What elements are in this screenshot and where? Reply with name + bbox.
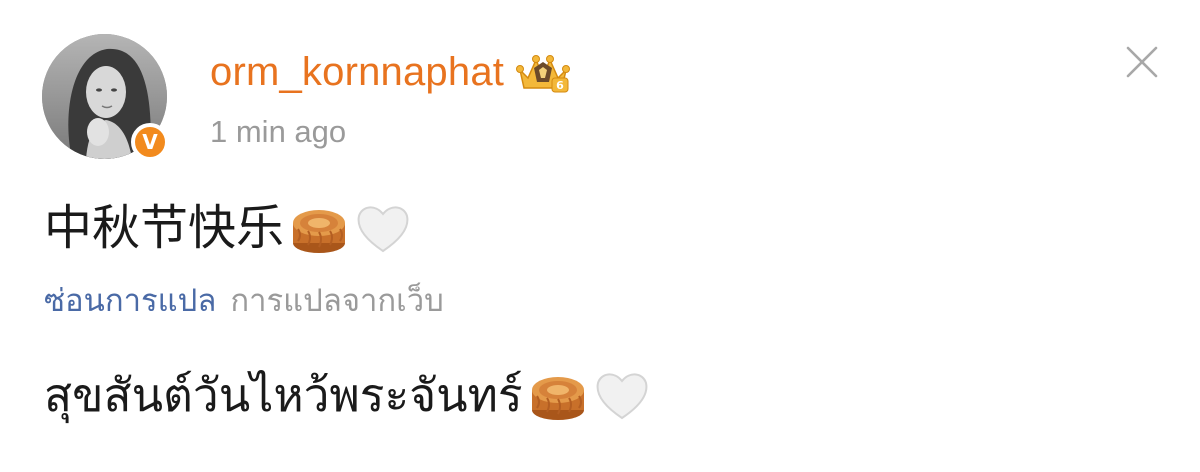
close-icon[interactable] [1124, 44, 1160, 80]
mooncake-icon [531, 377, 584, 420]
svg-text:6: 6 [556, 79, 564, 92]
white-heart-icon [596, 373, 648, 420]
crown-level-badge-icon[interactable]: 6 [514, 48, 572, 96]
avatar-container[interactable]: V [42, 34, 169, 161]
author-header: orm_kornnaphat 6 [210, 48, 572, 96]
translation-source-label: การแปลจากเว็บ [230, 283, 444, 319]
verified-badge-icon: V [131, 123, 169, 161]
post-original-text: 中秋节快乐 [44, 198, 412, 258]
translation-controls: ซ่อนการแปล การแปลจากเว็บ [44, 280, 444, 322]
post-translated-text: สุขสันต์วันไหว้พระจันทร์ [44, 364, 651, 426]
hide-translation-link[interactable]: ซ่อนการแปล [44, 280, 216, 322]
post-timestamp: 1 min ago [210, 114, 347, 149]
mooncake-icon [293, 210, 346, 253]
username[interactable]: orm_kornnaphat [210, 48, 504, 96]
original-text: 中秋节快乐 [44, 200, 285, 256]
white-heart-icon [357, 206, 409, 253]
translated-text: สุขสันต์วันไหว้พระจันทร์ [44, 368, 523, 422]
